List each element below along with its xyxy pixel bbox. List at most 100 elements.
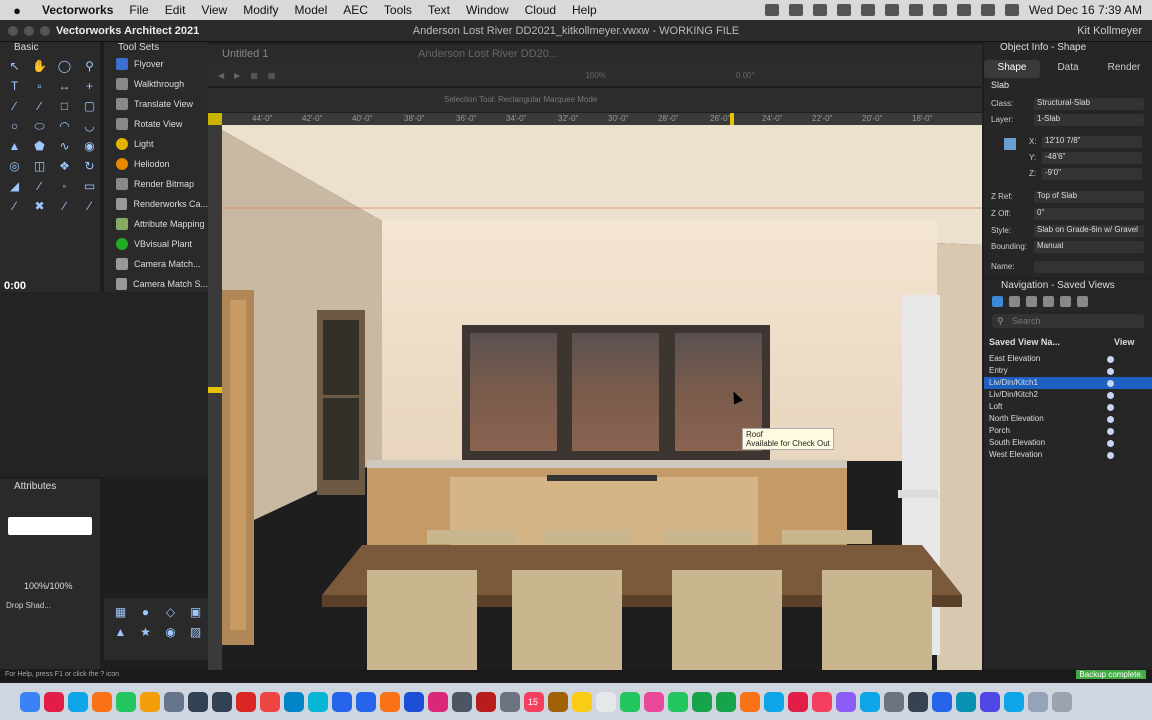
toolset-camera-match-s[interactable]: Camera Match S...	[104, 274, 208, 294]
dimension-tool-icon[interactable]: ↔	[52, 76, 77, 96]
clock[interactable]: Wed Dec 16 7:39 AM	[1029, 3, 1142, 17]
pencil-tool-icon[interactable]: ∕	[2, 196, 27, 216]
polygon-tool-icon[interactable]: ⬟	[27, 136, 52, 156]
snap-tangent-icon[interactable]: ◉	[158, 622, 183, 642]
selection-tool-icon[interactable]: ↖	[2, 56, 27, 76]
z-field[interactable]: -9'0"	[1042, 168, 1142, 180]
saved-view-porch[interactable]: Porch	[984, 425, 1152, 437]
snap-object-icon[interactable]: ●	[133, 602, 158, 622]
bounding-select[interactable]: Manual	[1034, 241, 1144, 253]
zoom-tool-icon[interactable]: ⚲	[77, 56, 102, 76]
search-icon[interactable]	[980, 4, 995, 16]
cloud-icon[interactable]	[812, 4, 827, 16]
app-icon[interactable]	[908, 691, 928, 712]
numbers-icon[interactable]	[716, 691, 736, 712]
connect-tool-icon[interactable]: ∕	[77, 196, 102, 216]
drawing-canvas[interactable]	[222, 125, 982, 670]
app-icon[interactable]	[284, 691, 304, 712]
class-select[interactable]: Structural-Slab	[1034, 98, 1144, 110]
status-icon[interactable]	[788, 4, 803, 16]
status-icon[interactable]	[764, 4, 779, 16]
rectangle-tool-icon[interactable]: □	[52, 96, 77, 116]
line-tool-icon[interactable]: ∕	[2, 96, 27, 116]
zref-select[interactable]: Top of Slab	[1034, 191, 1144, 203]
trash-icon[interactable]	[1052, 691, 1072, 712]
snap-grid-icon[interactable]: ▦	[108, 602, 133, 622]
maps-icon[interactable]	[620, 691, 640, 712]
app-store-icon[interactable]	[860, 691, 880, 712]
arc-tool-icon[interactable]: ◠	[52, 116, 77, 136]
apple-menu-icon[interactable]: ●	[0, 3, 34, 18]
photoshop-icon[interactable]	[404, 691, 424, 712]
mirror-tool-icon[interactable]: ◢	[2, 176, 27, 196]
news-icon[interactable]	[788, 691, 808, 712]
menu-window[interactable]: Window	[458, 3, 517, 17]
user-name[interactable]: Kit Kollmeyer	[1077, 25, 1142, 37]
view-icon[interactable]: ▶	[234, 71, 240, 80]
spiral-tool-icon[interactable]: ◉	[77, 136, 102, 156]
zoff-field[interactable]: 0"	[1034, 208, 1144, 220]
toolset-heliodon[interactable]: Heliodon	[104, 154, 208, 174]
tab-render[interactable]: Render	[1096, 60, 1152, 78]
saved-view-loft[interactable]: Loft	[984, 401, 1152, 413]
app-icon[interactable]	[164, 691, 184, 712]
nav-sheets-icon[interactable]	[1043, 296, 1054, 307]
snap-distance-icon[interactable]: ▲	[108, 622, 133, 642]
layer-select[interactable]: 1-Slab	[1034, 114, 1144, 126]
bluetooth-icon[interactable]	[908, 4, 923, 16]
app-icon[interactable]	[68, 691, 88, 712]
app-icon[interactable]	[956, 691, 976, 712]
rotate-tool-icon[interactable]: ↻	[77, 156, 102, 176]
saved-view-north-elevation[interactable]: North Elevation	[984, 413, 1152, 425]
fill-swatch[interactable]	[8, 517, 92, 535]
app-icon[interactable]	[116, 691, 136, 712]
saved-view-liv-din-kitch2[interactable]: Liv/Din/Kitch2	[984, 389, 1152, 401]
toolset-flyover[interactable]: Flyover	[104, 54, 208, 74]
menu-aec[interactable]: AEC	[335, 3, 376, 17]
toolset-translate-view[interactable]: Translate View	[104, 94, 208, 114]
podcasts-icon[interactable]	[836, 691, 856, 712]
saved-view-west-elevation[interactable]: West Elevation	[984, 449, 1152, 461]
app-icon[interactable]	[476, 691, 496, 712]
toolset-vbvisual-plant[interactable]: VBvisual Plant	[104, 234, 208, 254]
menu-cloud[interactable]: Cloud	[517, 3, 564, 17]
facetime-icon[interactable]	[692, 691, 712, 712]
keynote-icon[interactable]	[764, 691, 784, 712]
saved-view-liv-din-kitch1[interactable]: Liv/Din/Kitch1	[984, 377, 1152, 389]
text-tool-icon[interactable]: T	[2, 76, 27, 96]
vectorworks-icon[interactable]	[188, 691, 208, 712]
trim-tool-icon[interactable]: ✖	[27, 196, 52, 216]
gear-icon[interactable]	[836, 4, 851, 16]
offset-tool-icon[interactable]: ◫	[27, 156, 52, 176]
toolset-walkthrough[interactable]: Walkthrough	[104, 74, 208, 94]
drop-shadow-label[interactable]: Drop Shad...	[6, 601, 51, 610]
saved-view-east-elevation[interactable]: East Elevation	[984, 353, 1152, 365]
toolset-rotate-view[interactable]: Rotate View	[104, 114, 208, 134]
music-icon[interactable]	[812, 691, 832, 712]
target-tool-icon[interactable]: ◎	[2, 156, 27, 176]
menu-tools[interactable]: Tools	[376, 3, 420, 17]
app-icon[interactable]	[308, 691, 328, 712]
snap-angle-icon[interactable]: ◇	[158, 602, 183, 622]
menu-model[interactable]: Model	[287, 3, 336, 17]
menu-view[interactable]: View	[193, 3, 235, 17]
status-icon[interactable]	[860, 4, 875, 16]
nav-layers-icon[interactable]	[1009, 296, 1020, 307]
snap-intersection-icon[interactable]: ▣	[183, 602, 208, 622]
rotation-readout[interactable]: 0.00°	[736, 71, 755, 80]
app-icon[interactable]	[500, 691, 520, 712]
control-center-icon[interactable]	[1004, 4, 1019, 16]
ruler-origin[interactable]	[208, 113, 222, 125]
column-saved-view-name[interactable]: Saved View Na...	[989, 337, 1060, 347]
zoom-readout[interactable]: 100%	[585, 71, 605, 80]
pan-tool-icon[interactable]: ✋	[27, 56, 52, 76]
toolset-attribute-mapping[interactable]: Attribute Mapping	[104, 214, 208, 234]
tab-anderson[interactable]: Anderson Lost River DD20...	[418, 48, 558, 60]
opacity-readout[interactable]: 100%/100%	[24, 581, 73, 591]
pages-icon[interactable]	[740, 691, 760, 712]
view-icon[interactable]: ◀	[218, 71, 224, 80]
eyedropper-tool-icon[interactable]: ∕	[27, 176, 52, 196]
left-ruler[interactable]	[208, 125, 222, 670]
notes-icon[interactable]	[572, 691, 592, 712]
nav-view-icon[interactable]	[992, 296, 1003, 307]
